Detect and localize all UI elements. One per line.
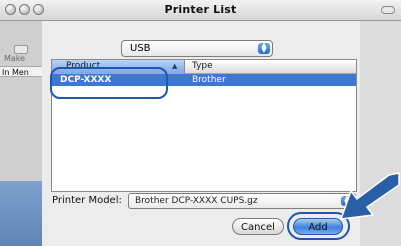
connection-type-value: USB [130, 43, 151, 54]
title-bar[interactable]: Printer List [0, 0, 401, 21]
sort-ascending-icon: ▲ [172, 62, 178, 70]
add-button[interactable]: Add [293, 218, 343, 235]
connection-type-popup[interactable]: USB ▲ ▼ [121, 40, 273, 57]
printer-model-value: Brother DCP-XXXX CUPS.gz [135, 196, 258, 206]
popup-arrows-icon: ▲▼ [258, 42, 270, 54]
printer-model-label: Printer Model: [52, 195, 122, 206]
in-menu-header: In Men [0, 66, 42, 77]
printer-model-popup[interactable]: Brother DCP-XXXX CUPS.gz ▲▼ [128, 193, 356, 209]
make-label: Make [4, 54, 26, 63]
cancel-button[interactable]: Cancel [232, 218, 284, 235]
toolbar-toggle-button[interactable] [381, 6, 395, 14]
left-pane: Make In Men [0, 21, 43, 246]
window-title: Printer List [164, 3, 237, 16]
printer-icon [14, 45, 28, 54]
printer-list-window: Printer List Make In Men USB ▲ ▼ Product … [0, 0, 401, 246]
callout-arrow-icon [339, 172, 400, 220]
column-header-type[interactable]: Type [192, 60, 213, 73]
left-pane-background [0, 181, 42, 246]
cell-type: Brother [192, 75, 226, 85]
product-highlight-callout [50, 67, 168, 99]
